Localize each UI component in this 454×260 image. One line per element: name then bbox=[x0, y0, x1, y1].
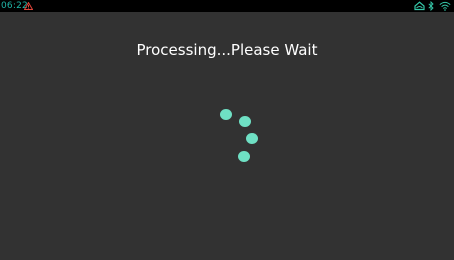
spinner-dot bbox=[239, 116, 251, 127]
spinner-dot bbox=[220, 109, 232, 120]
spinner-dot bbox=[246, 133, 258, 144]
status-bar: 06:22 bbox=[0, 0, 454, 12]
processing-title: Processing...Please Wait bbox=[136, 41, 318, 59]
bluetooth-icon bbox=[428, 1, 434, 11]
warning-triangle-icon bbox=[24, 2, 33, 10]
wifi-icon bbox=[439, 1, 451, 11]
spinner-dot bbox=[238, 151, 250, 162]
screen: 06:22 Processing...Please Wait bbox=[0, 0, 454, 260]
cloud-home-icon bbox=[414, 1, 425, 11]
